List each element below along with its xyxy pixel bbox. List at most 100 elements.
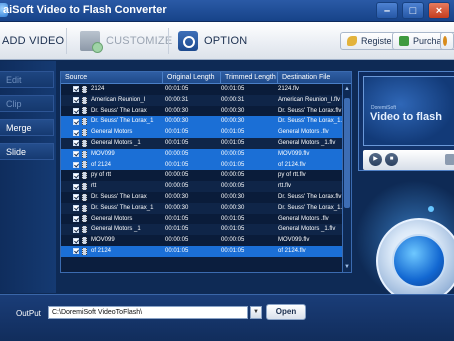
purchase-icon: [399, 36, 409, 46]
table-row[interactable]: py of rtt 00:00:05 00:00:05 py of rtt.flv: [61, 170, 351, 182]
table-row[interactable]: of 2124 00:01:05 00:01:05 of 2124.flv: [61, 245, 351, 257]
customize-button[interactable]: CUSTOMIZE: [80, 22, 172, 60]
table-row[interactable]: Dr. Seuss' The Lorax_1 00:00:30 00:00:30 Dr…: [61, 202, 351, 214]
row-checkbox[interactable]: [73, 161, 79, 168]
table-body: 2124 00:01:05 00:01:05 2124.flv American Reu…: [61, 84, 351, 257]
convert-button[interactable]: [376, 218, 454, 304]
maximize-button[interactable]: □: [402, 2, 424, 19]
open-button[interactable]: Open: [266, 304, 306, 320]
option-icon: [178, 31, 198, 51]
vertical-scrollbar[interactable]: ▲ ▼: [342, 84, 351, 272]
row-checkbox[interactable]: [73, 151, 79, 158]
source-name: rtt: [91, 183, 97, 190]
key-icon: [347, 36, 357, 46]
source-name: Dr. Seuss' The Lorax_1: [91, 118, 154, 125]
row-checkbox[interactable]: [73, 140, 79, 147]
original-length-cell: 00:00:30: [165, 193, 189, 200]
trimmed-length-cell: 00:00:30: [221, 193, 245, 200]
original-length-cell: 00:00:30: [165, 107, 189, 114]
source-cell: 2124: [61, 84, 163, 95]
destination-file-cell: General Motors .flv: [278, 129, 329, 136]
column-source[interactable]: Source: [61, 72, 163, 83]
table-row[interactable]: rtt 00:00:05 00:00:05 rtt.flv: [61, 181, 351, 192]
table-row[interactable]: Dr. Seuss' The Lorax 00:00:30 00:00:30 Dr. …: [61, 191, 351, 203]
original-length-cell: 00:01:05: [165, 247, 189, 254]
table-row[interactable]: MOV099 00:00:05 00:00:05 MOV099.flv: [61, 148, 351, 160]
row-checkbox[interactable]: [73, 172, 79, 179]
close-button[interactable]: ×: [428, 2, 450, 19]
trimmed-length-cell: 00:01:05: [221, 161, 245, 168]
destination-file-cell: of 2124.flv: [278, 247, 306, 254]
trimmed-length-cell: 00:00:05: [221, 237, 245, 244]
table-row[interactable]: General Motors _1 00:01:05 00:01:05 General…: [61, 224, 351, 236]
row-checkbox[interactable]: [73, 226, 79, 233]
row-checkbox[interactable]: [73, 118, 79, 125]
row-checkbox[interactable]: [73, 129, 79, 136]
player-controls: ▶ ■: [363, 150, 454, 170]
output-path-field[interactable]: C:\DoremiSoft VideoToFlash\: [48, 306, 248, 319]
table-row[interactable]: General Motors 00:01:05 00:01:05 General Mo…: [61, 213, 351, 225]
film-icon: [82, 204, 87, 212]
row-checkbox[interactable]: [73, 248, 79, 255]
row-checkbox[interactable]: [73, 97, 79, 104]
source-name: 2124: [91, 86, 105, 92]
table-row[interactable]: Dr. Seuss' The Lorax 00:00:30 00:00:30 Dr. …: [61, 105, 351, 117]
row-checkbox[interactable]: [73, 183, 79, 190]
output-dropdown-icon[interactable]: ▼: [250, 306, 262, 319]
title-bar: aiSoft Video to Flash Converter – □ ×: [0, 0, 454, 22]
destination-file-cell: MOV099.flv: [278, 237, 310, 244]
original-length-cell: 00:00:31: [165, 96, 189, 103]
trimmed-length-cell: 00:00:05: [221, 183, 245, 190]
table-row[interactable]: Dr. Seuss' The Lorax_1 00:00:30 00:00:30 Dr…: [61, 116, 351, 128]
row-checkbox[interactable]: [73, 205, 79, 212]
row-checkbox[interactable]: [73, 86, 79, 93]
scrollbar-thumb[interactable]: [344, 98, 350, 208]
table-row[interactable]: MOV099 00:00:05 00:00:05 MOV099.flv: [61, 235, 351, 246]
table-row[interactable]: of 2124 00:01:05 00:01:05 of 2124.flv: [61, 159, 351, 171]
edit-button[interactable]: Edit: [0, 71, 54, 88]
option-button[interactable]: OPTION: [178, 22, 247, 60]
source-name: General Motors _1: [91, 226, 141, 233]
source-cell: Dr. Seuss' The Lorax: [61, 192, 163, 203]
row-checkbox[interactable]: [73, 215, 79, 222]
table-row[interactable]: 2124 00:01:05 00:01:05 2124.flv: [61, 84, 351, 95]
source-cell: General Motors: [61, 214, 163, 225]
source-cell: MOV099: [61, 235, 163, 246]
film-icon: [82, 172, 87, 180]
clip-button[interactable]: Clip: [0, 95, 54, 112]
column-destination-file[interactable]: Destination File: [278, 72, 344, 83]
table-row[interactable]: General Motors 00:01:05 00:01:05 General Mo…: [61, 127, 351, 138]
source-cell: American Reunion_I: [61, 95, 163, 106]
table-row[interactable]: General Motors _1 00:01:05 00:01:05 General…: [61, 137, 351, 149]
row-checkbox[interactable]: [73, 237, 79, 244]
scroll-up-icon[interactable]: ▲: [343, 84, 351, 94]
destination-file-cell: of 2124.flv: [278, 161, 306, 168]
film-icon: [82, 161, 87, 169]
film-icon: [82, 215, 87, 223]
merge-button[interactable]: Merge: [0, 119, 54, 136]
table-row[interactable]: American Reunion_I 00:00:31 00:00:31 Americ…: [61, 94, 351, 106]
destination-file-cell: rtt.flv: [278, 183, 291, 190]
column-original-length[interactable]: Original Length: [163, 72, 221, 83]
slide-button[interactable]: Slide: [0, 143, 54, 160]
column-trimmed-length[interactable]: Trimmed Length: [221, 72, 278, 83]
play-icon[interactable]: ▶: [369, 153, 382, 166]
trimmed-length-cell: 00:01:05: [221, 139, 245, 146]
trimmed-length-cell: 00:00:05: [221, 172, 245, 179]
film-icon: [82, 193, 87, 201]
scroll-down-icon[interactable]: ▼: [343, 262, 351, 272]
help-button[interactable]: [440, 32, 454, 50]
source-cell: rtt: [61, 181, 163, 192]
file-list: Source Original Length Trimmed Length De…: [60, 71, 352, 273]
camera-icon[interactable]: [445, 154, 454, 165]
minimize-button[interactable]: –: [376, 2, 398, 19]
destination-file-cell: Dr. Seuss' The Lorax.flv: [278, 107, 342, 114]
row-checkbox[interactable]: [73, 107, 79, 114]
source-name: Dr. Seuss' The Lorax: [91, 107, 147, 114]
row-checkbox[interactable]: [73, 194, 79, 201]
source-cell: MOV099: [61, 149, 163, 160]
original-length-cell: 00:01:05: [165, 86, 189, 92]
add-video-button[interactable]: ADD VIDEO: [2, 22, 64, 60]
stop-icon[interactable]: ■: [385, 153, 398, 166]
film-icon: [82, 183, 87, 191]
